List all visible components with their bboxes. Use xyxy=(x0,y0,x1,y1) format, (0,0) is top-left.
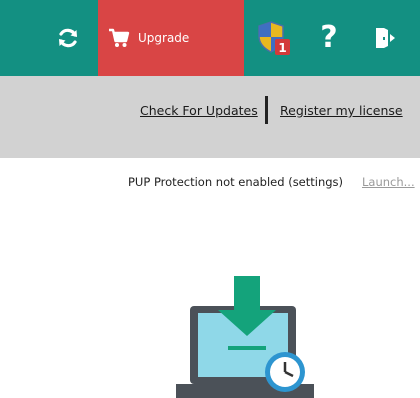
protection-status-button[interactable]: 1 xyxy=(244,0,304,76)
shield-icon: 1 xyxy=(258,21,290,55)
refresh-button[interactable] xyxy=(40,0,96,76)
exit-icon xyxy=(376,28,395,48)
check-for-updates-link[interactable]: Check For Updates xyxy=(140,103,258,118)
help-icon: ? xyxy=(320,20,338,55)
cart-icon xyxy=(109,28,130,47)
exit-button[interactable] xyxy=(360,0,410,76)
pup-status-text: PUP Protection not enabled (settings) xyxy=(128,175,344,189)
launch-link[interactable]: Launch... xyxy=(362,175,415,189)
refresh-icon xyxy=(59,28,77,48)
upgrade-button[interactable]: Upgrade xyxy=(98,0,244,76)
top-toolbar: Upgrade 1 ? xyxy=(0,0,420,76)
register-license-link[interactable]: Register my license xyxy=(280,103,403,118)
upgrade-label: Upgrade xyxy=(138,31,190,45)
link-separator xyxy=(265,96,268,124)
help-button[interactable]: ? xyxy=(306,0,352,76)
shield-badge-count: 1 xyxy=(278,41,286,55)
laptop-download-clock-icon xyxy=(176,276,314,398)
